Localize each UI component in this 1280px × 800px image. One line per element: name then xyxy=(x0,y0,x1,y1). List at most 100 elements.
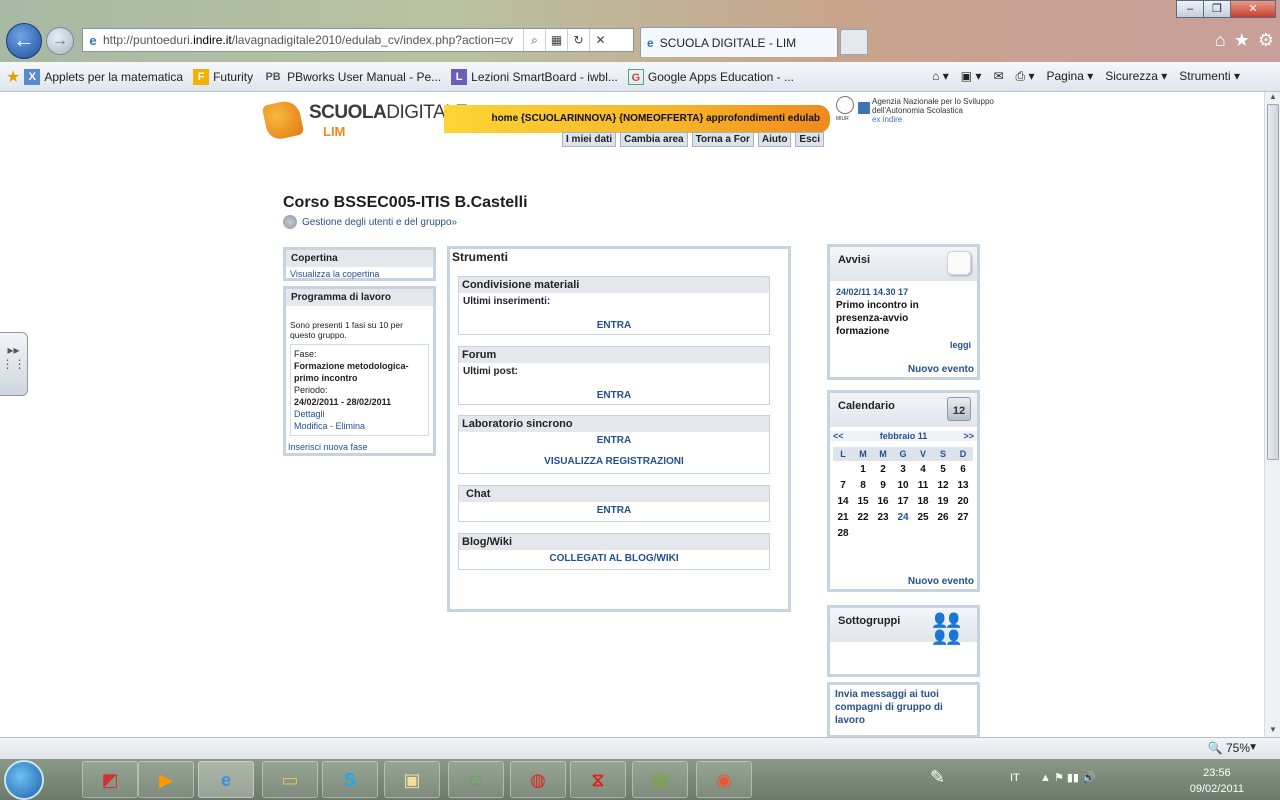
forum-entra-link[interactable]: ENTRA xyxy=(459,377,769,405)
calendar-day[interactable]: 19 xyxy=(933,493,953,509)
nav-cambia-area[interactable]: Cambia area xyxy=(620,132,688,147)
home-icon[interactable]: ⌂ ▾ xyxy=(932,69,949,83)
address-text[interactable]: http://puntoeduri.indire.it/lavagnadigit… xyxy=(103,33,523,47)
blog-wiki-link[interactable]: COLLEGATI AL BLOG/WIKI xyxy=(459,550,769,568)
language-indicator[interactable]: IT xyxy=(1010,772,1020,784)
vertical-scrollbar[interactable]: ▲ ▼ xyxy=(1264,92,1280,737)
new-tab-button[interactable] xyxy=(840,29,868,55)
site-logo[interactable]: SCUOLADIGITALE LIM xyxy=(261,98,468,142)
inserisci-fase-link[interactable]: Inserisci nuova fase xyxy=(286,436,433,458)
calendar-day[interactable]: 26 xyxy=(933,509,953,525)
address-bar[interactable]: e http://puntoeduri.indire.it/lavagnadig… xyxy=(82,28,634,52)
copertina-link[interactable]: Visualizza la copertina xyxy=(286,267,433,281)
refresh-icon[interactable]: ↻ xyxy=(567,29,589,51)
favorite-item[interactable]: PB PBworks User Manual - Pe... xyxy=(263,69,441,85)
tools-gear-icon[interactable]: ⚙ xyxy=(1258,30,1274,51)
calendar-day[interactable]: 6 xyxy=(953,461,973,477)
condivisione-entra-link[interactable]: ENTRA xyxy=(459,307,769,335)
maximize-button[interactable]: ❐ xyxy=(1203,0,1231,18)
visualizza-registrazioni-link[interactable]: VISUALIZZA REGISTRAZIONI xyxy=(459,450,769,471)
favorite-item[interactable]: X Applets per la matematica xyxy=(24,68,183,85)
minimize-button[interactable]: – xyxy=(1176,0,1204,18)
favorite-item[interactable]: L Lezioni SmartBoard - iwbl... xyxy=(451,68,618,85)
strumenti-menu[interactable]: Strumenti ▾ xyxy=(1179,69,1240,83)
compatibility-view-icon[interactable]: ▦ xyxy=(545,29,567,51)
calendar-day[interactable]: 25 xyxy=(913,509,933,525)
taskbar-app-icon[interactable]: ◩ xyxy=(82,761,138,798)
calendar-day[interactable]: 2 xyxy=(873,461,893,477)
modifica-elimina-link[interactable]: Modifica - Elimina xyxy=(294,420,425,432)
taskbar-media-icon[interactable]: ▶ xyxy=(138,761,194,798)
calendar-day[interactable]: 8 xyxy=(853,477,873,493)
calendar-day[interactable]: 5 xyxy=(933,461,953,477)
taskbar-messenger-icon[interactable]: ☺ xyxy=(448,761,504,798)
calendar-day[interactable]: 4 xyxy=(913,461,933,477)
prev-month-button[interactable]: << xyxy=(833,431,844,441)
calendario-nuovo-evento-link[interactable]: Nuovo evento xyxy=(908,576,974,587)
nav-aiuto[interactable]: Aiuto xyxy=(757,132,792,147)
calendar-day[interactable]: 23 xyxy=(873,509,893,525)
calendar-day[interactable]: 12 xyxy=(933,477,953,493)
taskbar-app2-icon[interactable]: ◍ xyxy=(510,761,566,798)
taskbar-folder-icon[interactable]: ▭ xyxy=(262,761,318,798)
sicurezza-menu[interactable]: Sicurezza ▾ xyxy=(1105,69,1167,83)
close-window-button[interactable]: ✕ xyxy=(1230,0,1276,18)
clock[interactable]: 23:56 09/02/2011 xyxy=(1190,765,1244,797)
calendar-day[interactable]: 11 xyxy=(913,477,933,493)
tray-icons[interactable]: ▲ ⚑ ▮▮ 🔊 xyxy=(1040,771,1096,784)
calendar-day[interactable]: 16 xyxy=(873,493,893,509)
search-icon[interactable]: ⌕ xyxy=(523,29,545,51)
calendar-day[interactable]: 28 xyxy=(833,525,853,541)
calendar-day[interactable]: 22 xyxy=(853,509,873,525)
calendar-day[interactable]: 13 xyxy=(953,477,973,493)
forward-button[interactable]: → xyxy=(46,27,74,55)
taskbar-skype-icon[interactable]: S xyxy=(322,761,378,798)
top-navigation[interactable]: home {SCUOLARINNOVA} {NOMEOFFERTA} appro… xyxy=(444,105,830,133)
calendar-day[interactable]: 24 xyxy=(893,509,913,525)
print-icon[interactable]: ⎙ ▾ xyxy=(1016,69,1035,84)
back-button[interactable]: ← xyxy=(6,23,42,59)
zoom-dropdown-icon[interactable]: ▼ xyxy=(1248,742,1258,753)
avvisi-nuovo-evento-link[interactable]: Nuovo evento xyxy=(908,364,974,375)
nav-esci[interactable]: Esci xyxy=(795,132,824,147)
stop-icon[interactable]: ✕ xyxy=(589,29,611,51)
zoom-level[interactable]: 🔍 75% xyxy=(1208,741,1250,755)
scroll-down-arrow-icon[interactable]: ▼ xyxy=(1265,725,1280,737)
calendar-day[interactable]: 9 xyxy=(873,477,893,493)
favorite-item[interactable]: F Futurity xyxy=(193,68,253,85)
group-management-link[interactable]: Gestione degli utenti e del gruppo» xyxy=(283,215,457,229)
start-button[interactable] xyxy=(4,760,44,800)
dettagli-link[interactable]: Dettagli xyxy=(294,408,425,420)
leggi-link[interactable]: leggi xyxy=(830,340,977,350)
taskbar-ie-icon[interactable]: e xyxy=(198,761,254,798)
favorites-star-icon[interactable]: ★ xyxy=(1234,30,1250,51)
home-icon[interactable]: ⌂ xyxy=(1215,30,1226,51)
calendar-day[interactable]: 3 xyxy=(893,461,913,477)
calendar-day[interactable]: 20 xyxy=(953,493,973,509)
calendar-day[interactable]: 17 xyxy=(893,493,913,509)
nav-miei-dati[interactable]: I miei dati xyxy=(562,132,617,147)
calendar-day[interactable]: 14 xyxy=(833,493,853,509)
calendar-day[interactable]: 21 xyxy=(833,509,853,525)
scroll-up-arrow-icon[interactable]: ▲ xyxy=(1265,92,1280,104)
feeds-icon[interactable]: ▣ ▾ xyxy=(961,69,982,83)
calendar-day[interactable]: 10 xyxy=(893,477,913,493)
pagina-menu[interactable]: Pagina ▾ xyxy=(1047,69,1094,83)
mail-icon[interactable]: ✉ xyxy=(993,69,1003,83)
calendar-day[interactable]: 1 xyxy=(853,461,873,477)
calendar-day[interactable]: 27 xyxy=(953,509,973,525)
calendar-day[interactable]: 7 xyxy=(833,477,853,493)
tablet-input-icon[interactable]: ✎ xyxy=(930,767,945,788)
next-month-button[interactable]: >> xyxy=(963,431,974,441)
chat-entra-link[interactable]: ENTRA xyxy=(459,502,769,520)
calendar-day[interactable]: 15 xyxy=(853,493,873,509)
favorite-item[interactable]: G Google Apps Education - ... xyxy=(627,68,794,85)
taskbar-winrar-icon[interactable]: ▤ xyxy=(632,761,688,798)
calendar-day[interactable]: 18 xyxy=(913,493,933,509)
scrollbar-thumb[interactable] xyxy=(1267,104,1279,460)
nav-torna-a-for[interactable]: Torna a For xyxy=(691,132,754,147)
taskbar-window-icon[interactable]: ▣ xyxy=(384,761,440,798)
favorites-add-icon[interactable]: ★ xyxy=(6,67,20,87)
tab-active[interactable]: e SCUOLA DIGITALE - LIM xyxy=(640,27,838,57)
side-panel-handle[interactable]: ▸▸ ⋮⋮ xyxy=(0,332,28,396)
